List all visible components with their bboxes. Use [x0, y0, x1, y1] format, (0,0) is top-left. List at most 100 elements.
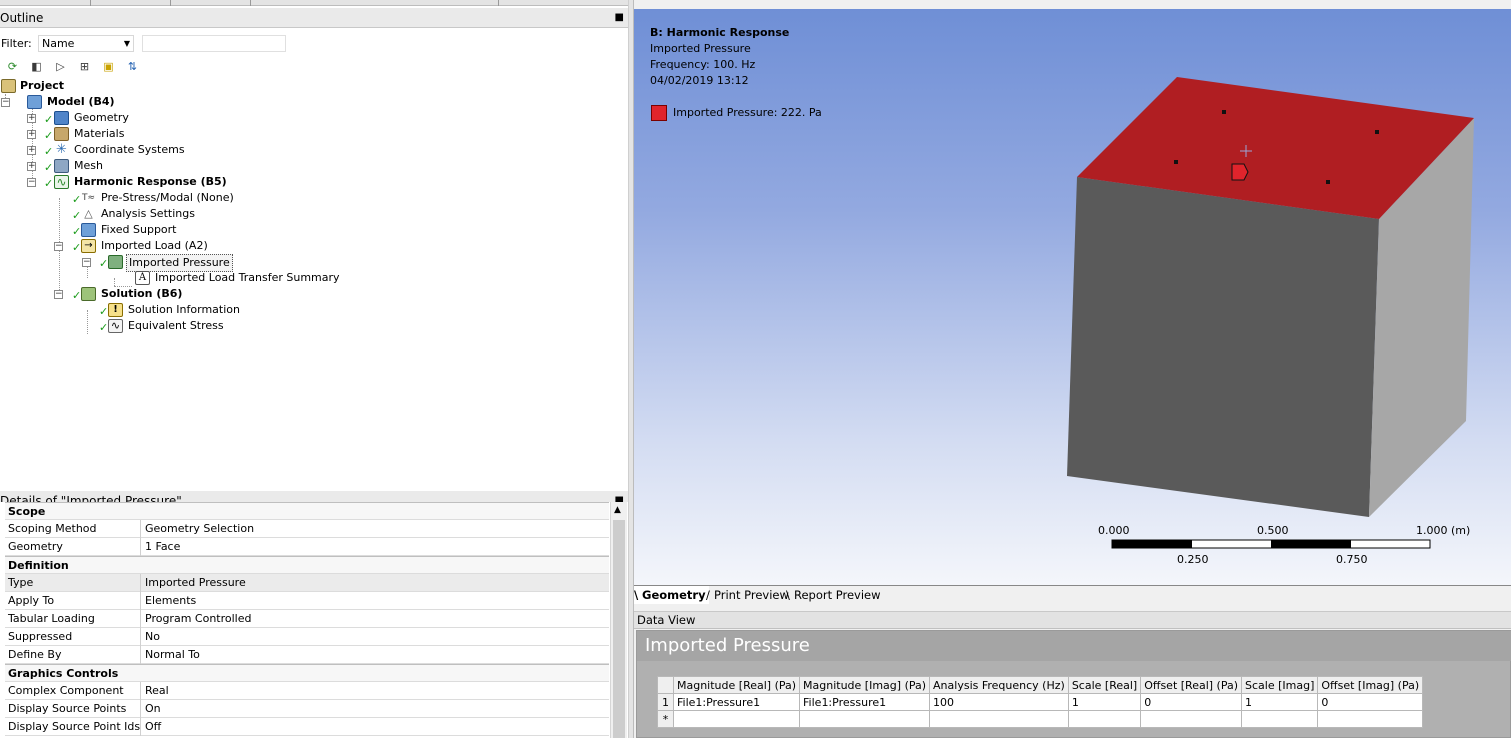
tree-label: Pre-Stress/Modal (None)	[101, 191, 234, 204]
scale-bar-segment	[1271, 540, 1351, 548]
tree-node-materials[interactable]: + ✓ Materials	[0, 126, 200, 142]
tree-label: Solution (B6)	[101, 287, 183, 300]
table-cell[interactable]	[1140, 710, 1243, 728]
tree-node-harmonic-response[interactable]: − ✓ ∿ Harmonic Response (B5)	[0, 174, 240, 190]
refresh-icon[interactable]: ⟳	[4, 58, 21, 75]
pin-icon[interactable]: ■	[615, 8, 624, 28]
tree-node-equivalent-stress[interactable]: ✓ ∿ Equivalent Stress	[0, 318, 240, 334]
table-cell[interactable]	[1241, 710, 1319, 728]
expand-collapse-icon[interactable]: ◧	[28, 58, 45, 75]
expand-icon[interactable]: +	[27, 130, 36, 139]
graphics-viewport[interactable]: B: Harmonic Response Imported Pressure F…	[634, 9, 1511, 585]
tree-node-transfer-summary[interactable]: A Imported Load Transfer Summary	[0, 270, 340, 286]
tree-node-model[interactable]: − Model (B4)	[0, 94, 200, 110]
tab-print-preview[interactable]: / Print Preview	[706, 586, 792, 604]
tree-node-coordinate-systems[interactable]: + ✓ ✳ Coordinate Systems	[0, 142, 220, 158]
details-value[interactable]: Geometry Selection	[140, 520, 609, 538]
tree-label: Solution Information	[128, 303, 240, 316]
column-header[interactable]: Scale [Real]	[1067, 676, 1142, 694]
details-row[interactable]: Define By Normal To	[5, 646, 609, 664]
details-row[interactable]: Tabular Loading Program Controlled	[5, 610, 609, 628]
column-header[interactable]: Analysis Frequency (Hz)	[929, 676, 1069, 694]
filter-label: Filter:	[1, 37, 32, 50]
details-row[interactable]: Type Imported Pressure	[5, 574, 609, 592]
details-section-scope[interactable]: Scope	[5, 502, 609, 520]
cube-model[interactable]	[634, 9, 1511, 585]
collapse-icon[interactable]: −	[27, 178, 36, 187]
collapse-icon[interactable]: −	[54, 242, 63, 251]
details-row[interactable]: Display Source Points On	[5, 700, 609, 718]
table-cell[interactable]: 0	[1140, 693, 1243, 711]
tree-node-solution-information[interactable]: ✓ ! Solution Information	[0, 302, 240, 318]
tree-node-mesh[interactable]: + ✓ Mesh	[0, 158, 200, 174]
expand-icon[interactable]: +	[27, 146, 36, 155]
details-row[interactable]: Display Source Point Ids Off	[5, 718, 609, 736]
column-header[interactable]: Magnitude [Imag] (Pa)	[799, 676, 931, 694]
details-value[interactable]: Real	[140, 682, 609, 700]
filter-search-input[interactable]	[142, 35, 286, 52]
tree-node-imported-pressure[interactable]: − ✓ Imported Pressure	[0, 254, 240, 272]
details-scrollbar[interactable]: ▲	[610, 502, 627, 738]
details-value[interactable]: 1 Face	[140, 538, 609, 556]
expand-icon[interactable]: +	[27, 162, 36, 171]
tab-report-preview[interactable]: \ Report Preview	[786, 586, 884, 604]
solution-icon	[81, 287, 96, 301]
tree-label: Imported Load Transfer Summary	[155, 271, 340, 284]
chevron-down-icon: ▼	[123, 39, 130, 48]
check-icon: ✓	[99, 321, 109, 334]
details-value[interactable]: No	[140, 628, 609, 646]
column-header[interactable]: Offset [Imag] (Pa)	[1317, 676, 1424, 694]
sort-az-icon[interactable]: ⇅	[124, 58, 141, 75]
table-cell[interactable]	[799, 710, 931, 728]
folder-icon[interactable]: ▣	[100, 58, 117, 75]
table-cell[interactable]	[672, 710, 801, 728]
tree-node-geometry[interactable]: + ✓ Geometry	[0, 110, 200, 126]
table-cell[interactable]: 100	[929, 693, 1069, 711]
table-cell[interactable]	[1317, 710, 1424, 728]
tree-node-imported-load[interactable]: − ✓ → Imported Load (A2)	[0, 238, 240, 254]
details-value[interactable]: Program Controlled	[140, 610, 609, 628]
tree-node-fixed-support[interactable]: ✓ Fixed Support	[0, 222, 240, 238]
details-row[interactable]: Apply To Elements	[5, 592, 609, 610]
details-key: Scope	[8, 505, 46, 518]
tab-geometry[interactable]: \ Geometry	[634, 586, 709, 604]
details-value[interactable]: Imported Pressure	[140, 574, 609, 592]
table-cell[interactable]: 1	[1241, 693, 1319, 711]
table-cell[interactable]: File1:Pressure1	[799, 693, 931, 711]
collapse-icon[interactable]: −	[82, 258, 91, 267]
details-row[interactable]: Geometry 1 Face	[5, 538, 609, 556]
table-cell[interactable]: 1	[1067, 693, 1142, 711]
tree-node-solution[interactable]: − ✓ Solution (B6)	[0, 286, 240, 302]
scrollbar-thumb[interactable]	[613, 520, 625, 738]
details-value[interactable]: Normal To	[140, 646, 609, 664]
plus-box-icon[interactable]: ⊞	[76, 58, 93, 75]
column-header[interactable]: Scale [Imag]	[1241, 676, 1319, 694]
outline-tree: Project − Model (B4) + ✓ Geometry + ✓ Ma…	[0, 78, 628, 478]
details-row[interactable]: Scoping Method Geometry Selection	[5, 520, 609, 538]
table-cell[interactable]: 0	[1317, 693, 1424, 711]
details-row[interactable]: Suppressed No	[5, 628, 609, 646]
tree-node-project[interactable]: Project	[0, 78, 200, 94]
pressure-load-marker	[1231, 163, 1249, 181]
table-header-row: Magnitude [Real] (Pa) Magnitude [Imag] (…	[657, 676, 1424, 694]
filter-select[interactable]: Name ▼	[38, 35, 134, 52]
column-header[interactable]: Offset [Real] (Pa)	[1140, 676, 1243, 694]
collapse-icon[interactable]: −	[1, 98, 10, 107]
tree-node-pre-stress[interactable]: ✓ T≈ Pre-Stress/Modal (None)	[0, 190, 240, 206]
chevron-up-icon[interactable]: ▲	[614, 505, 621, 515]
details-section-graphics-controls[interactable]: Graphics Controls	[5, 664, 609, 682]
table-cell[interactable]	[1067, 710, 1142, 728]
tree-node-analysis-settings[interactable]: ✓ △ Analysis Settings	[0, 206, 240, 222]
details-value[interactable]: Off	[140, 718, 609, 736]
filter-row: Filter: Name ▼	[0, 34, 628, 54]
details-value[interactable]: On	[140, 700, 609, 718]
table-cell[interactable]	[929, 710, 1069, 728]
expand-icon[interactable]: +	[27, 114, 36, 123]
collapse-icon[interactable]: −	[54, 290, 63, 299]
details-section-definition[interactable]: Definition	[5, 556, 609, 574]
column-header[interactable]: Magnitude [Real] (Pa)	[672, 676, 801, 694]
table-cell[interactable]: File1:Pressure1	[672, 693, 801, 711]
details-row[interactable]: Complex Component Real	[5, 682, 609, 700]
details-value[interactable]: Elements	[140, 592, 609, 610]
tree-expand-icon[interactable]: ▷	[52, 58, 69, 75]
